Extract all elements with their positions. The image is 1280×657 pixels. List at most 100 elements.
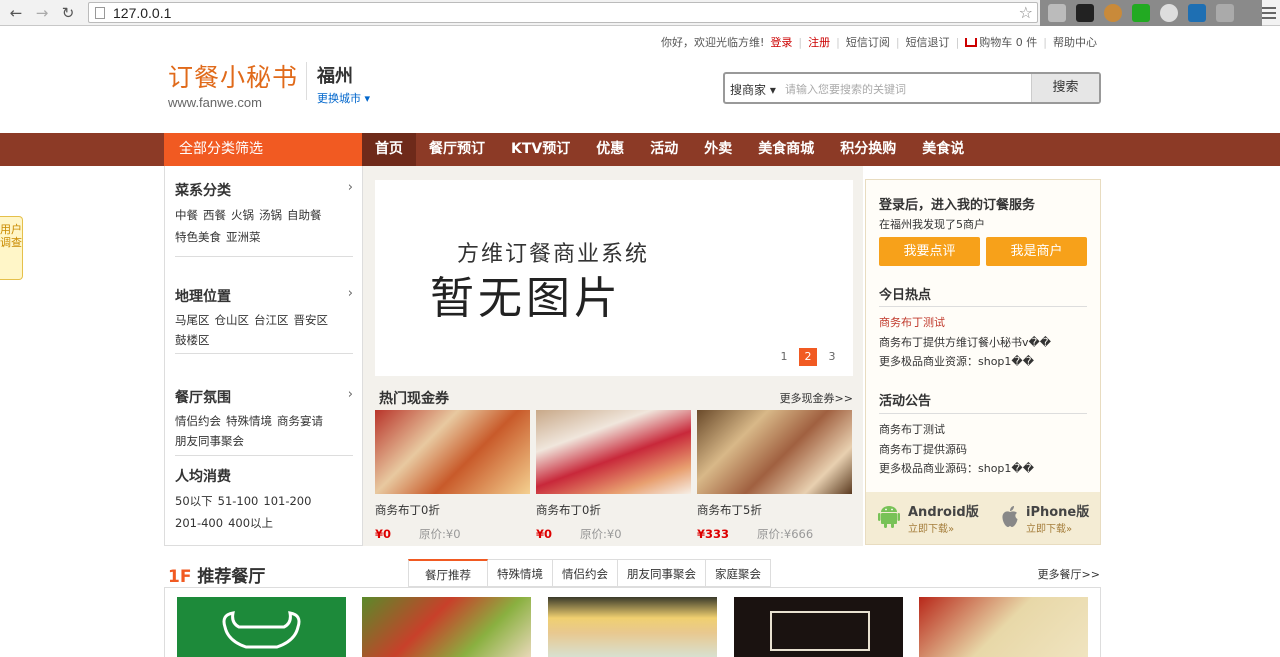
cuisine-link[interactable]: 汤锅 <box>259 208 282 222</box>
nav-item-points[interactable]: 积分换购 <box>827 133 909 166</box>
switch-city-link[interactable]: 更换城市 ▾ <box>317 90 370 106</box>
price-link[interactable]: 50以下 <box>175 494 213 508</box>
tab-recommended[interactable]: 餐厅推荐 <box>408 559 488 587</box>
restaurant-image[interactable] <box>548 597 717 657</box>
nav-item-events[interactable]: 活动 <box>637 133 691 166</box>
extension-icon[interactable] <box>1076 4 1094 22</box>
chevron-right-icon[interactable]: › <box>348 387 353 402</box>
survey-tab[interactable]: 用户调查 <box>0 216 23 280</box>
cuisine-link[interactable]: 西餐 <box>203 208 226 222</box>
cuisine-link[interactable]: 自助餐 <box>287 208 322 222</box>
cuisine-link[interactable]: 特色美食 <box>175 230 221 244</box>
nav-item-food-talk[interactable]: 美食说 <box>909 133 977 166</box>
ambience-link[interactable]: 特殊情境 <box>226 414 272 428</box>
restaurant-image[interactable] <box>919 597 1088 657</box>
extension-icon[interactable] <box>1132 4 1150 22</box>
cuisine-link[interactable]: 中餐 <box>175 208 198 222</box>
price-link[interactable]: 101-200 <box>263 494 311 508</box>
bookmark-star-icon[interactable]: ☆ <box>1019 3 1033 22</box>
location-link[interactable]: 鼓楼区 <box>175 333 210 347</box>
cuisine-link[interactable]: 火锅 <box>231 208 254 222</box>
location-link[interactable]: 晋安区 <box>294 313 329 327</box>
hot-topic-link[interactable]: 商务布丁提供方维订餐小秘书v�� <box>879 333 1051 353</box>
nav-item-restaurant[interactable]: 餐厅预订 <box>416 133 498 166</box>
search-input[interactable]: 请输入您要搜索的关键词 <box>785 81 906 97</box>
coupon-card[interactable]: 商务布丁0折 ¥0 原价:¥0 <box>375 410 530 542</box>
more-coupons-link[interactable]: 更多现金券>> <box>780 390 853 406</box>
coupon-name[interactable]: 商务布丁0折 <box>375 502 530 518</box>
android-icon[interactable] <box>878 505 900 529</box>
register-link[interactable]: 注册 <box>808 36 830 49</box>
coupon-name[interactable]: 商务布丁5折 <box>697 502 852 518</box>
price-link[interactable]: 400以上 <box>228 516 273 530</box>
nav-item-takeout[interactable]: 外卖 <box>691 133 745 166</box>
extension-icon[interactable] <box>1216 4 1234 22</box>
location-link[interactable]: 马尾区 <box>175 313 210 327</box>
cart-link[interactable]: 购物车 0 件 <box>965 36 1037 49</box>
nav-item-mall[interactable]: 美食商城 <box>745 133 827 166</box>
tab-family[interactable]: 家庭聚会 <box>706 559 771 587</box>
help-link[interactable]: 帮助中心 <box>1053 36 1097 49</box>
sms-unsubscribe-link[interactable]: 短信退订 <box>906 36 950 49</box>
hot-topic-link[interactable]: 商务布丁测试 <box>879 313 1051 333</box>
location-link[interactable]: 仓山区 <box>215 313 250 327</box>
notice-link[interactable]: 商务布丁提供源码 <box>879 440 1034 460</box>
reload-icon[interactable]: ↻ <box>58 3 78 23</box>
all-categories-button[interactable]: 全部分类筛选 <box>164 133 362 166</box>
restaurant-image[interactable] <box>362 597 531 657</box>
extension-icon[interactable] <box>1188 4 1206 22</box>
notice-link[interactable]: 商务布丁测试 <box>879 420 1034 440</box>
extension-icon[interactable] <box>1104 4 1122 22</box>
location-link[interactable]: 台江区 <box>254 313 289 327</box>
tab-couples[interactable]: 情侣约会 <box>553 559 618 587</box>
tab-friends[interactable]: 朋友同事聚会 <box>618 559 706 587</box>
cuisine-link[interactable]: 亚洲菜 <box>226 230 261 244</box>
notice-link[interactable]: 更多极品商业源码：shop1�� <box>879 459 1034 479</box>
address-bar[interactable]: 127.0.0.1 ☆ <box>88 2 1038 23</box>
apple-icon[interactable] <box>1000 505 1020 529</box>
search-button[interactable]: 搜索 <box>1031 74 1099 102</box>
chevron-right-icon[interactable]: › <box>348 286 353 301</box>
search-type-dropdown[interactable]: 搜商家 ▾ <box>730 81 776 98</box>
iphone-download-link[interactable]: 立即下载» <box>1026 520 1089 535</box>
ambience-link[interactable]: 情侣约会 <box>175 414 221 428</box>
coupon-name[interactable]: 商务布丁0折 <box>536 502 691 518</box>
price-link[interactable]: 201-400 <box>175 516 223 530</box>
coupon-image[interactable] <box>375 410 530 494</box>
extension-icon[interactable] <box>1048 4 1066 22</box>
tab-special[interactable]: 特殊情境 <box>488 559 553 587</box>
coupon-card[interactable]: 商务布丁5折 ¥333 原价:¥666 <box>697 410 852 542</box>
coupon-image[interactable] <box>536 410 691 494</box>
banner-page-button-active[interactable]: 2 <box>799 348 817 366</box>
nav-item-ktv[interactable]: KTV预订 <box>498 133 583 166</box>
login-link[interactable]: 登录 <box>770 36 792 49</box>
more-restaurants-link[interactable]: 更多餐厅>> <box>1038 566 1100 582</box>
sms-subscribe-link[interactable]: 短信订阅 <box>846 36 890 49</box>
forward-icon[interactable]: → <box>32 3 52 23</box>
hot-topic-link[interactable]: 更多极品商业资源：shop1�� <box>879 352 1051 372</box>
coupon-image[interactable] <box>697 410 852 494</box>
banner-page-button[interactable]: 3 <box>823 348 841 366</box>
iphone-download[interactable]: iPhone版 立即下载» <box>1026 501 1089 535</box>
location-title[interactable]: 地理位置 <box>175 286 353 306</box>
back-icon[interactable]: ← <box>6 3 26 23</box>
browser-menu-icon[interactable] <box>1262 4 1276 20</box>
coupon-card[interactable]: 商务布丁0折 ¥0 原价:¥0 <box>536 410 691 542</box>
price-title[interactable]: 人均消费 <box>175 466 353 486</box>
android-download[interactable]: Android版 立即下载» <box>908 501 979 535</box>
site-logo[interactable]: 订餐小秘书 www.fanwe.com <box>168 58 298 110</box>
merchant-button[interactable]: 我是商户 <box>986 237 1087 266</box>
ambience-link[interactable]: 朋友同事聚会 <box>175 434 244 448</box>
ambience-link[interactable]: 商务宴请 <box>277 414 323 428</box>
restaurant-image[interactable] <box>177 597 346 657</box>
nav-item-home[interactable]: 首页 <box>362 133 416 166</box>
nav-item-deals[interactable]: 优惠 <box>583 133 637 166</box>
banner-slide[interactable]: 方维订餐商业系统 暂无图片 <box>375 180 853 376</box>
cuisine-title[interactable]: 菜系分类 <box>175 180 353 200</box>
price-link[interactable]: 51-100 <box>218 494 259 508</box>
ambience-title[interactable]: 餐厅氛围 <box>175 387 353 407</box>
restaurant-image[interactable] <box>734 597 903 657</box>
chevron-right-icon[interactable]: › <box>348 180 353 195</box>
review-button[interactable]: 我要点评 <box>879 237 980 266</box>
banner-page-button[interactable]: 1 <box>775 348 793 366</box>
